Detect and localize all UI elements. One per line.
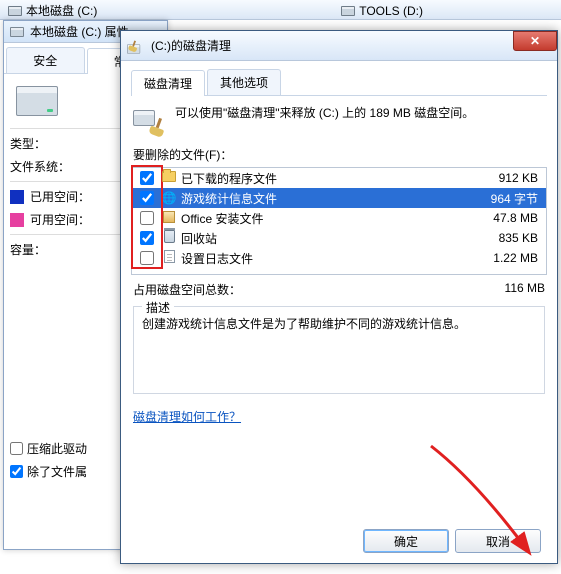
folder-icon	[162, 171, 176, 182]
drive-c-label: 本地磁盘 (C:)	[26, 2, 97, 19]
properties-title: 本地磁盘 (C:) 属性	[30, 23, 129, 40]
tab-disk-cleanup[interactable]: 磁盘清理	[131, 70, 205, 96]
used-label: 已用空间：	[30, 188, 90, 205]
files-to-delete-label: 要删除的文件(F)：	[133, 146, 545, 163]
list-item[interactable]: 🌐 游戏统计信息文件964 字节	[132, 188, 546, 208]
file-size: 964 字节	[462, 190, 542, 207]
compress-checkbox[interactable]	[10, 442, 23, 455]
disk-cleanup-window: (C:)的磁盘清理 ✕ 磁盘清理 其他选项 可以使用"磁盘清理"来释放 (C:)…	[120, 30, 558, 564]
drive-d-label: TOOLS (D:)	[359, 4, 423, 18]
document-icon	[164, 250, 175, 263]
package-icon	[163, 211, 175, 223]
close-button[interactable]: ✕	[513, 31, 557, 51]
list-item[interactable]: 已下载的程序文件 912 KB	[132, 168, 546, 188]
drive-icon	[10, 27, 24, 37]
drive-icon	[341, 6, 355, 16]
intro-text: 可以使用"磁盘清理"来释放 (C:) 上的 189 MB 磁盘空间。	[175, 104, 545, 136]
cancel-button[interactable]: 取消	[455, 529, 541, 553]
free-swatch	[10, 213, 24, 227]
total-value: 116 MB	[465, 281, 545, 298]
file-checkbox[interactable]	[140, 231, 154, 245]
files-list[interactable]: 已下载的程序文件 912 KB 🌐 游戏统计信息文件964 字节Office 安装文件…	[131, 167, 547, 275]
file-name: 游戏统计信息文件	[181, 190, 458, 207]
capacity-label: 容量：	[10, 241, 46, 258]
drive-icon	[8, 6, 22, 16]
file-size: 47.8 MB	[462, 211, 542, 225]
compress-label: 压缩此驱动	[27, 440, 87, 457]
total-label: 占用磁盘空间总数：	[133, 281, 465, 298]
close-icon: ✕	[530, 34, 540, 48]
list-item[interactable]: Office 安装文件 47.8 MB	[132, 208, 546, 228]
type-label: 类型：	[10, 135, 46, 152]
drive-large-icon	[16, 86, 58, 116]
globe-icon: 🌐	[162, 191, 177, 205]
description-legend: 描述	[142, 299, 174, 316]
file-name: Office 安装文件	[181, 210, 458, 227]
description-group: 描述 创建游戏统计信息文件是为了帮助维护不同的游戏统计信息。	[133, 306, 545, 394]
file-name: 设置日志文件	[181, 250, 458, 267]
how-does-it-work-link[interactable]: 磁盘清理如何工作？	[133, 408, 241, 425]
index-label: 除了文件属	[27, 463, 87, 480]
file-size: 1.22 MB	[462, 251, 542, 265]
disk-cleanup-icon	[127, 40, 138, 51]
explorer-toolbar: 本地磁盘 (C:) TOOLS (D:)	[0, 0, 561, 20]
description-text: 创建游戏统计信息文件是为了帮助维护不同的游戏统计信息。	[142, 315, 536, 333]
total-row: 占用磁盘空间总数： 116 MB	[133, 281, 545, 298]
file-name: 回收站	[181, 230, 458, 247]
drive-c-crumb[interactable]: 本地磁盘 (C:)	[0, 0, 105, 21]
tab-security[interactable]: 安全	[6, 47, 85, 73]
used-swatch	[10, 190, 24, 204]
file-checkbox[interactable]	[140, 211, 154, 225]
free-label: 可用空间：	[30, 211, 90, 228]
disk-cleanup-title: (C:)的磁盘清理	[151, 37, 231, 54]
list-item[interactable]: 回收站 835 KB	[132, 228, 546, 248]
recycle-bin-icon	[164, 230, 175, 243]
disk-cleanup-icon	[133, 104, 165, 136]
disk-cleanup-titlebar[interactable]: (C:)的磁盘清理 ✕	[121, 31, 557, 61]
filesystem-label: 文件系统：	[10, 158, 70, 175]
file-checkbox[interactable]	[140, 171, 154, 185]
file-size: 835 KB	[462, 231, 542, 245]
file-name: 已下载的程序文件	[181, 170, 458, 187]
ok-button[interactable]: 确定	[363, 529, 449, 553]
tab-more-options[interactable]: 其他选项	[207, 69, 281, 95]
index-checkbox[interactable]	[10, 465, 23, 478]
disk-cleanup-tabs: 磁盘清理 其他选项	[131, 69, 547, 96]
file-size: 912 KB	[462, 171, 542, 185]
dialog-buttons: 确定 取消	[363, 529, 541, 553]
file-checkbox[interactable]	[140, 191, 154, 205]
intro-row: 可以使用"磁盘清理"来释放 (C:) 上的 189 MB 磁盘空间。	[133, 104, 545, 136]
drive-d-crumb[interactable]: TOOLS (D:)	[333, 2, 431, 20]
file-checkbox[interactable]	[140, 251, 154, 265]
list-item[interactable]: 设置日志文件 1.22 MB	[132, 248, 546, 268]
